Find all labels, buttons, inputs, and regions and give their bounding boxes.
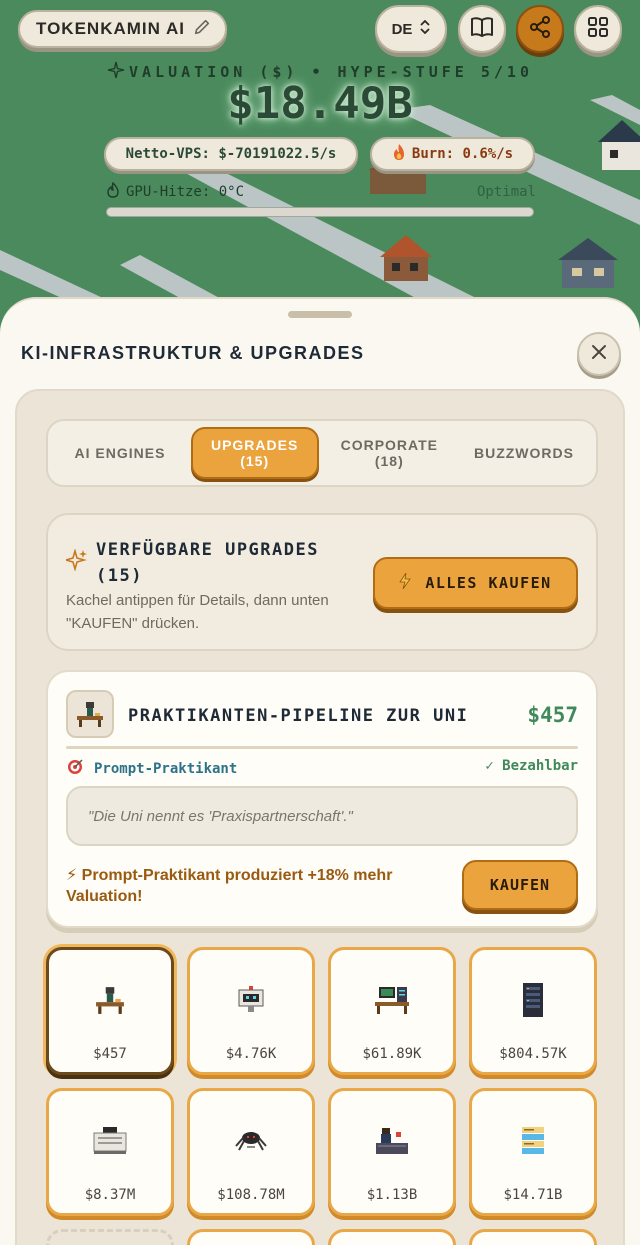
available-upgrades-description: Kachel antippen für Details, dann unten … (66, 592, 329, 632)
tile-price: $61.89K (362, 1046, 422, 1062)
target-icon (66, 758, 84, 780)
sparkle-icon (63, 548, 88, 576)
upgrade-detail-card: PRAKTIKANTEN-PIPELINE ZUR UNI $457 Promp… (46, 670, 598, 928)
upgrade-tile[interactable]: $4.76K (187, 947, 315, 1075)
tab-buzzwords[interactable]: BUZZWORDS (460, 427, 588, 479)
language-value: DE (391, 20, 413, 38)
printer-icon (91, 1123, 129, 1159)
upgrade-tile[interactable] (187, 1229, 315, 1245)
tile-price: $14.71B (503, 1187, 563, 1203)
buy-all-label: ALLES KAUFEN (425, 574, 552, 592)
close-button[interactable] (577, 332, 621, 376)
upgrades-panel: AI ENGINES UPGRADES (15) CORPORATE (18) … (15, 389, 625, 1245)
server-rack-icon (520, 982, 546, 1018)
tile-price: $804.57K (499, 1046, 567, 1062)
net-vps-badge: Netto-VPS: $-70191022.5/s (104, 137, 358, 171)
upgrade-tile[interactable]: $8.37M (46, 1088, 174, 1216)
tile-price: $8.37M (84, 1187, 136, 1203)
gpu-heat-label: GPU-Hitze: 0°C (126, 184, 245, 200)
upgrade-effect: ⚡ Prompt-Praktikant produziert +18% mehr… (66, 867, 393, 905)
tile-price: $4.76K (225, 1046, 277, 1062)
company-name-button[interactable]: TOKENKAMIN AI (18, 10, 227, 48)
share-button[interactable] (516, 5, 564, 53)
tab-count: (15) (240, 453, 270, 469)
ceo-desk-icon (374, 1123, 410, 1159)
upgrade-tile[interactable]: $804.57K (469, 947, 597, 1075)
language-select[interactable]: DE (375, 5, 447, 53)
tab-label: CORPORATE (340, 437, 439, 453)
upgrade-tile-placeholder (46, 1229, 174, 1245)
upgrade-tile[interactable]: $61.89K (328, 947, 456, 1075)
lightning-icon (399, 572, 412, 593)
data-stack-icon (518, 1123, 548, 1159)
category-tabs: AI ENGINES UPGRADES (15) CORPORATE (18) … (46, 419, 598, 487)
gpu-heat-bar (106, 207, 534, 217)
book-button[interactable] (458, 5, 506, 53)
burn-rate: Burn: 0.6%/s (411, 146, 514, 162)
valuation-amount: $18.49B (227, 78, 413, 129)
upgrade-tile[interactable]: $108.78M (187, 1088, 315, 1216)
sheet-title: KI-INFRASTRUKTUR & UPGRADES (21, 343, 365, 363)
grid-menu-button[interactable] (574, 5, 622, 53)
flame-icon (106, 181, 120, 202)
close-icon (591, 344, 607, 365)
upgrade-tile[interactable]: $1.13B (328, 1088, 456, 1216)
burn-badge: Burn: 0.6%/s (370, 137, 535, 171)
tab-label: BUZZWORDS (473, 445, 574, 461)
available-upgrades-box: VERFÜGBARE UPGRADES (15) Kachel antippen… (46, 513, 598, 651)
robot-screen-icon (236, 982, 266, 1018)
tile-price: $1.13B (366, 1187, 418, 1203)
buy-button[interactable]: KAUFEN (462, 860, 578, 910)
upgrade-tile[interactable]: $14.71B (469, 1088, 597, 1216)
spider-bot-icon (233, 1123, 269, 1159)
tab-count: (18) (374, 453, 404, 469)
tile-price: $108.78M (217, 1187, 285, 1203)
company-name: TOKENKAMIN AI (36, 19, 185, 38)
upgrade-tile[interactable] (469, 1229, 597, 1245)
upgrade-tile[interactable]: $457 (46, 947, 174, 1075)
edit-icon (193, 18, 211, 41)
gpu-heat-row: GPU-Hitze: 0°C Optimal (106, 181, 536, 202)
upgrade-tile[interactable] (328, 1229, 456, 1245)
chevron-updown-icon (420, 19, 431, 38)
grid-icon (587, 16, 609, 43)
tile-price: $457 (93, 1046, 127, 1062)
intern-desk-icon (66, 690, 114, 738)
tab-label: AI ENGINES (74, 445, 166, 461)
buy-all-button[interactable]: ALLES KAUFEN (373, 557, 578, 609)
tab-corporate[interactable]: CORPORATE (18) (325, 427, 453, 479)
gpu-status: Optimal (476, 184, 536, 200)
upgrade-price: $457 (527, 703, 578, 727)
tab-upgrades[interactable]: UPGRADES (15) (190, 427, 319, 479)
upgrade-quote: "Die Uni nennt es 'Praxispartnerschaft'.… (66, 786, 578, 846)
server-desk-icon (373, 982, 411, 1018)
upgrades-sheet: KI-INFRASTRUKTUR & UPGRADES AI ENGINES U… (0, 297, 640, 1245)
fire-icon (392, 143, 406, 165)
upgrade-requirement: Prompt-Praktikant (66, 758, 237, 780)
affordable-status: ✓ Bezahlbar (485, 758, 578, 774)
share-icon (528, 15, 552, 44)
upgrade-name: PRAKTIKANTEN-PIPELINE ZUR UNI (128, 706, 469, 726)
divider (66, 746, 578, 749)
tab-label: UPGRADES (210, 437, 299, 453)
tab-ai-engines[interactable]: AI ENGINES (56, 427, 184, 479)
requirement-label: Prompt-Praktikant (94, 761, 238, 777)
sheet-drag-handle[interactable] (288, 311, 352, 318)
available-upgrades-title: VERFÜGBARE UPGRADES (15) (96, 540, 319, 586)
book-icon (470, 16, 494, 43)
intern-desk-icon (93, 982, 127, 1018)
